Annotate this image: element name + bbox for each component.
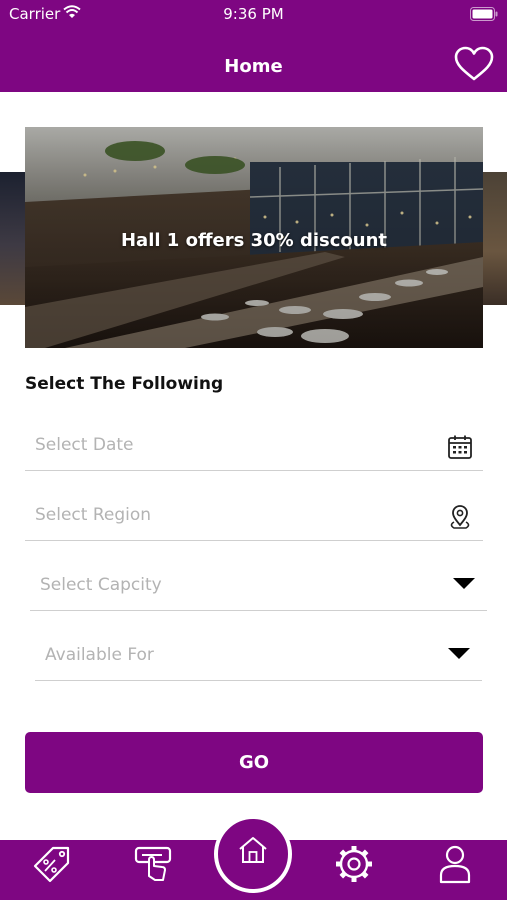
region-placeholder: Select Region xyxy=(35,505,152,525)
status-bar: Carrier 9:36 PM xyxy=(0,0,507,30)
date-placeholder: Select Date xyxy=(35,435,134,455)
available-placeholder: Available For xyxy=(45,645,154,665)
profile-user-icon[interactable] xyxy=(434,843,476,885)
banner-caption: Hall 1 offers 30% discount xyxy=(120,230,387,251)
available-for-dropdown[interactable]: Available For xyxy=(35,633,482,681)
home-icon xyxy=(237,834,269,870)
status-time: 9:36 PM xyxy=(223,5,284,23)
promo-banner[interactable]: Hall 1 offers 30% discount xyxy=(25,127,483,348)
top-bar: Carrier 9:36 PM Home xyxy=(0,0,507,92)
favorites-heart-icon[interactable] xyxy=(453,45,495,83)
battery-icon xyxy=(470,7,498,25)
chevron-down-icon[interactable] xyxy=(453,578,475,589)
home-tab-button[interactable] xyxy=(214,815,292,893)
discount-tag-icon[interactable] xyxy=(31,843,73,885)
promo-carousel[interactable]: Hall 1 offers 30% discount xyxy=(0,127,507,348)
go-button[interactable]: GO xyxy=(25,732,483,793)
location-pin-icon[interactable] xyxy=(446,503,474,535)
page-title: Home xyxy=(224,56,283,77)
previous-slide-preview[interactable] xyxy=(0,172,25,305)
settings-gear-icon[interactable] xyxy=(333,843,375,885)
calendar-icon[interactable] xyxy=(446,433,474,465)
next-slide-preview[interactable] xyxy=(483,172,507,305)
date-field[interactable]: Select Date xyxy=(25,423,483,471)
capacity-placeholder: Select Capcity xyxy=(40,575,162,595)
capacity-dropdown[interactable]: Select Capcity xyxy=(30,563,487,611)
region-field[interactable]: Select Region xyxy=(25,493,483,541)
chevron-down-icon[interactable] xyxy=(448,648,470,659)
section-title: Select The Following xyxy=(25,374,224,394)
booking-touch-icon[interactable] xyxy=(132,843,174,885)
